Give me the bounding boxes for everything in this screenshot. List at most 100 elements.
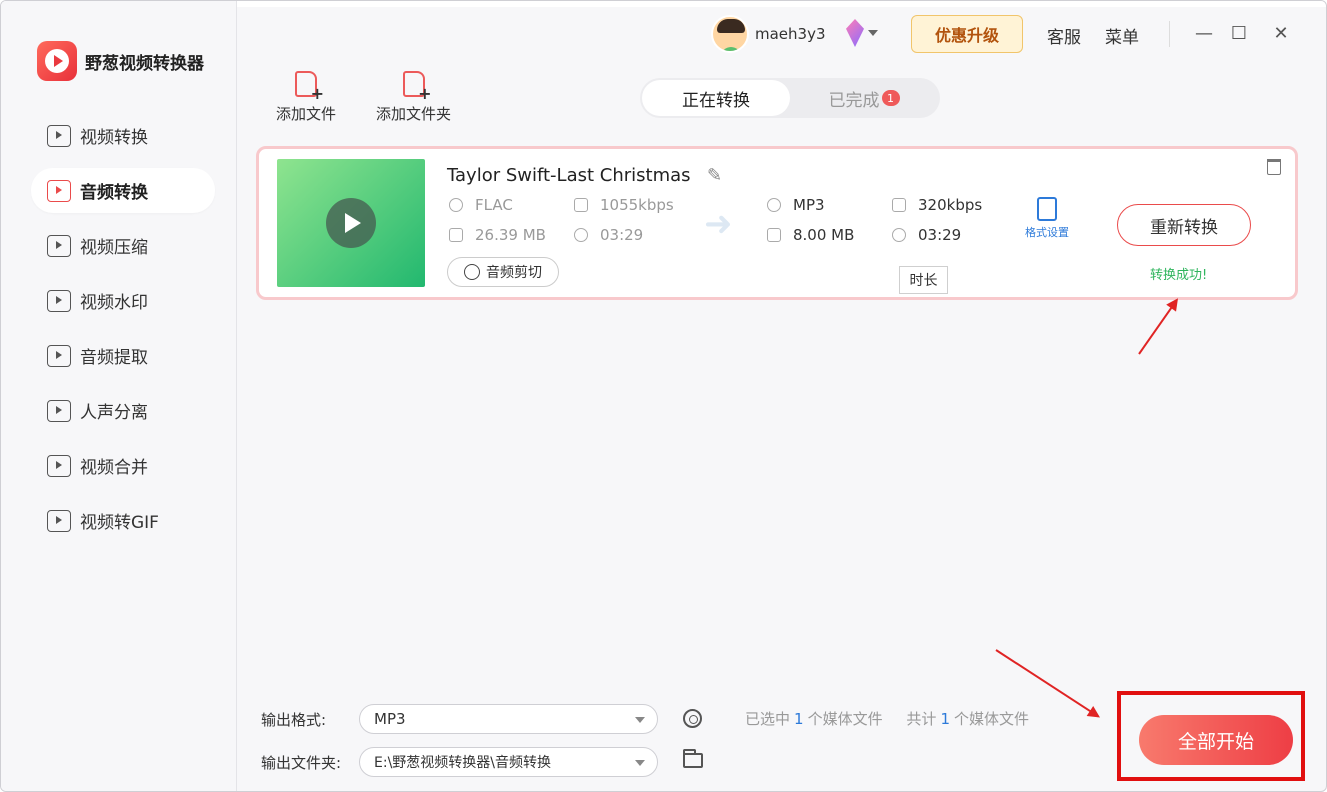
- sidebar-item-video-watermark[interactable]: 视频水印: [31, 278, 215, 323]
- chevron-down-icon: [868, 30, 878, 36]
- vip-gem-dropdown[interactable]: [846, 17, 878, 49]
- play-icon[interactable]: [326, 198, 376, 248]
- sidebar-item-label: 视频转换: [80, 128, 148, 148]
- sidebar-item-label: 视频合并: [80, 458, 148, 478]
- sidebar-item-video-merge[interactable]: 视频合并: [31, 443, 215, 488]
- output-size-value: 8.00 MB: [793, 226, 855, 244]
- scissors-icon: [464, 264, 480, 280]
- completed-count-badge: 1: [881, 90, 900, 106]
- video-watermark-icon: [47, 289, 71, 312]
- video-merge-icon: [47, 454, 71, 477]
- chevron-down-icon: [635, 760, 645, 766]
- input-format: FLAC: [449, 196, 513, 214]
- add-file-icon: [295, 71, 324, 103]
- output-folder-select-value: E:\野葱视频转换器\音频转换: [374, 755, 551, 771]
- input-size: 26.39 MB: [449, 226, 546, 244]
- sidebar-item-label: 视频水印: [80, 293, 148, 313]
- app-name: 野葱视频转换器: [85, 53, 204, 74]
- output-format-select[interactable]: MP3: [359, 704, 658, 734]
- sidebar-item-video-convert[interactable]: 视频转换: [31, 113, 215, 158]
- selected-suffix: 个媒体文件: [807, 710, 883, 728]
- gem-icon: [846, 19, 864, 47]
- vocal-separate-icon: [47, 399, 71, 422]
- add-folder-label: 添加文件夹: [376, 105, 452, 123]
- tab-converting[interactable]: 正在转换: [642, 80, 790, 116]
- add-file-label: 添加文件: [276, 105, 337, 123]
- reconvert-button[interactable]: 重新转换: [1117, 204, 1251, 246]
- input-size-value: 26.39 MB: [475, 226, 546, 244]
- video-convert-icon: [47, 124, 71, 147]
- input-duration-value: 03:29: [600, 226, 644, 244]
- minimize-button[interactable]: —: [1192, 21, 1216, 45]
- sidebar-item-vocal-separate[interactable]: 人声分离: [31, 388, 215, 433]
- add-folder-button[interactable]: 添加文件夹: [376, 71, 451, 124]
- chevron-down-icon: [635, 717, 645, 723]
- sidebar-item-video-gif[interactable]: 视频转GIF: [31, 498, 215, 543]
- format-icon: [767, 198, 781, 212]
- format-settings-button[interactable]: 格式设置: [1025, 197, 1069, 240]
- add-file-button[interactable]: 添加文件: [276, 71, 336, 124]
- arrow-right-icon: ➜: [704, 204, 733, 244]
- output-duration: 03:29: [892, 226, 961, 244]
- output-folder-select[interactable]: E:\野葱视频转换器\音频转换: [359, 747, 658, 777]
- tab-completed-label: 已完成: [828, 90, 880, 111]
- total-suffix: 个媒体文件: [953, 710, 1029, 728]
- output-folder-label: 输出文件夹:: [261, 754, 342, 772]
- clock-icon: [574, 228, 588, 242]
- selected-count: 1: [794, 710, 804, 728]
- clock-icon: [892, 228, 906, 242]
- video-compress-icon: [47, 234, 71, 257]
- tab-completed[interactable]: 已完成 1: [790, 80, 938, 116]
- format-settings-icon: [1037, 197, 1057, 221]
- bitrate-icon: [892, 198, 906, 212]
- output-format-label: 输出格式:: [261, 711, 327, 729]
- menu-link[interactable]: 菜单: [1105, 23, 1139, 48]
- input-bitrate: 1055kbps: [574, 196, 674, 214]
- sidebar-item-label: 视频压缩: [80, 238, 148, 258]
- bitrate-icon: [574, 198, 588, 212]
- customer-service-link[interactable]: 客服: [1047, 23, 1081, 48]
- username: maeh3y3: [755, 25, 826, 43]
- start-all-button[interactable]: 全部开始: [1139, 715, 1293, 765]
- file-size-icon: [767, 228, 781, 242]
- media-thumbnail[interactable]: [277, 159, 425, 287]
- avatar[interactable]: [711, 15, 749, 53]
- trash-icon[interactable]: [1267, 159, 1281, 175]
- header: maeh3y3 优惠升级 客服 菜单 — ☐ ✕: [237, 1, 1326, 71]
- sidebar-item-label: 视频转GIF: [80, 513, 159, 533]
- duration-tooltip: 时长: [899, 266, 948, 294]
- video-gif-icon: [47, 509, 71, 532]
- edit-icon[interactable]: ✎: [707, 165, 727, 186]
- input-bitrate-value: 1055kbps: [600, 196, 674, 214]
- audio-extract-icon: [47, 344, 71, 367]
- selected-prefix: 已选中: [745, 710, 791, 728]
- upgrade-button[interactable]: 优惠升级: [911, 15, 1023, 53]
- annotation-arrow: [1138, 299, 1178, 355]
- sidebar-item-label: 音频转换: [80, 183, 148, 203]
- divider: [1169, 21, 1170, 47]
- app-window: 野葱视频转换器 视频转换 音频转换 视频压缩 视频水印 音频提取 人声分离 视频…: [0, 0, 1327, 792]
- output-bitrate-value: 320kbps: [918, 196, 983, 214]
- sidebar-item-audio-convert[interactable]: 音频转换: [31, 168, 215, 213]
- output-format-select-value: MP3: [374, 710, 406, 728]
- maximize-button[interactable]: ☐: [1227, 21, 1251, 45]
- sidebar-item-label: 音频提取: [80, 348, 148, 368]
- output-size: 8.00 MB: [767, 226, 854, 244]
- total-count: 1: [940, 710, 950, 728]
- folder-icon[interactable]: [683, 749, 703, 768]
- audio-trim-label: 音频剪切: [486, 265, 542, 281]
- user-profile[interactable]: maeh3y3: [711, 15, 826, 53]
- input-duration: 03:29: [574, 226, 643, 244]
- format-settings-label: 格式设置: [1025, 226, 1069, 239]
- audio-trim-button[interactable]: 音频剪切: [447, 257, 559, 287]
- close-button[interactable]: ✕: [1269, 21, 1293, 45]
- output-format-value: MP3: [793, 196, 825, 214]
- output-duration-value: 03:29: [918, 226, 962, 244]
- total-prefix: 共计: [906, 710, 937, 728]
- sidebar-item-video-compress[interactable]: 视频压缩: [31, 223, 215, 268]
- status-tabs: 正在转换 已完成 1: [640, 78, 940, 118]
- output-bitrate: 320kbps: [892, 196, 982, 214]
- input-format-value: FLAC: [475, 196, 513, 214]
- settings-gear-icon[interactable]: [683, 709, 702, 728]
- sidebar-item-audio-extract[interactable]: 音频提取: [31, 333, 215, 378]
